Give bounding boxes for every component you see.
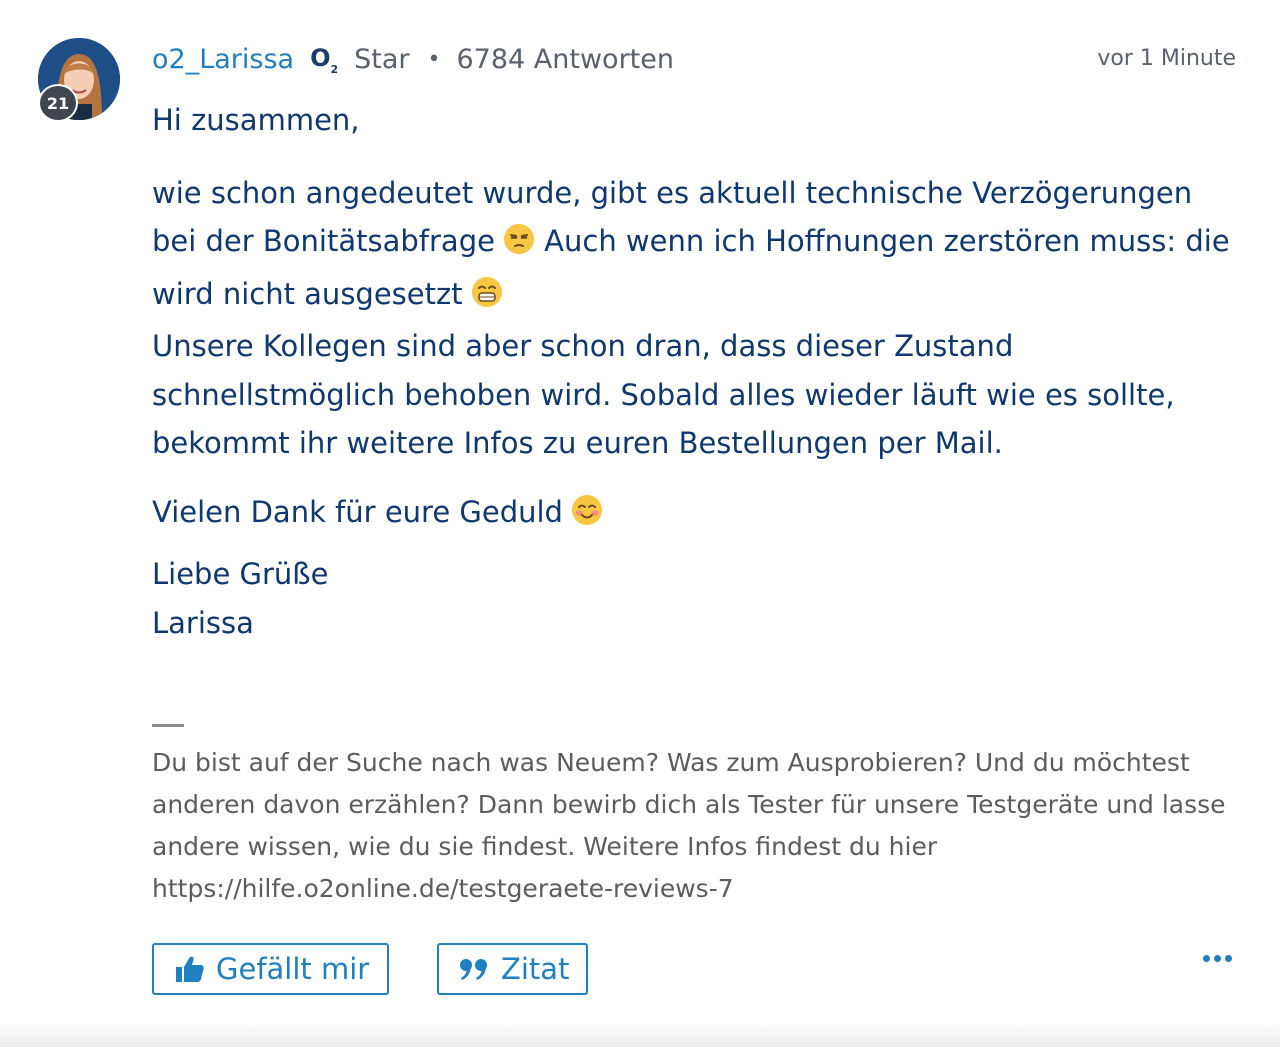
smiling-face-emoji-icon bbox=[571, 492, 603, 541]
signature-divider bbox=[152, 724, 184, 727]
signature-text: Du bist auf der Suche nach was Neuem? Wa… bbox=[152, 748, 1226, 861]
author-username[interactable]: o2_Larissa bbox=[152, 44, 294, 75]
grinning-face-emoji-icon bbox=[471, 274, 503, 323]
author-rank: Star bbox=[354, 43, 410, 75]
like-button-label: Gefällt mir bbox=[216, 952, 370, 986]
unamused-face-emoji-icon bbox=[503, 221, 535, 270]
signature: Du bist auf der Suche nach was Neuem? Wa… bbox=[152, 742, 1232, 910]
quote-button-label: Zitat bbox=[501, 952, 570, 986]
closing: Liebe Grüße bbox=[152, 557, 329, 591]
bottom-divider bbox=[0, 1021, 1280, 1047]
greeting: Hi zusammen, bbox=[152, 103, 360, 137]
brand-letter: O bbox=[310, 43, 331, 72]
post-body: Hi zusammen, wie schon angedeutet wurde,… bbox=[152, 96, 1242, 647]
author-reply-count: 6784 Antworten bbox=[456, 43, 674, 75]
paragraph-1: wie schon angedeutet wurde, gibt es aktu… bbox=[152, 169, 1242, 323]
separator: • bbox=[427, 46, 441, 72]
signature-link[interactable]: https://hilfe.o2online.de/testgeraete-re… bbox=[152, 868, 1232, 910]
more-dots-icon[interactable] bbox=[1203, 955, 1232, 962]
like-button[interactable]: Gefällt mir bbox=[152, 943, 389, 995]
brand-sub: 2 bbox=[330, 63, 339, 77]
thanks-line: Vielen Dank für eure Geduld bbox=[152, 488, 1242, 541]
forum-post: 21 o2_Larissa O2 Star • 6784 Antworten v… bbox=[0, 0, 1280, 1047]
more-dot bbox=[1203, 955, 1210, 962]
more-dot bbox=[1214, 955, 1221, 962]
thanks-text: Vielen Dank für eure Geduld bbox=[152, 494, 563, 529]
rank-badge: 21 bbox=[38, 84, 78, 122]
signoff-name: Larissa bbox=[152, 605, 254, 640]
post-timestamp: vor 1 Minute bbox=[1097, 46, 1236, 71]
more-dot bbox=[1225, 955, 1232, 962]
post-header: o2_Larissa O2 Star • 6784 Antworten bbox=[152, 40, 674, 78]
quote-button[interactable]: Zitat bbox=[437, 943, 588, 995]
o2-brand-icon: O2 bbox=[310, 43, 339, 77]
quote-icon bbox=[459, 957, 489, 981]
thumbs-up-icon bbox=[174, 955, 204, 983]
paragraph-2: Unsere Kollegen sind aber schon dran, da… bbox=[152, 329, 1175, 460]
